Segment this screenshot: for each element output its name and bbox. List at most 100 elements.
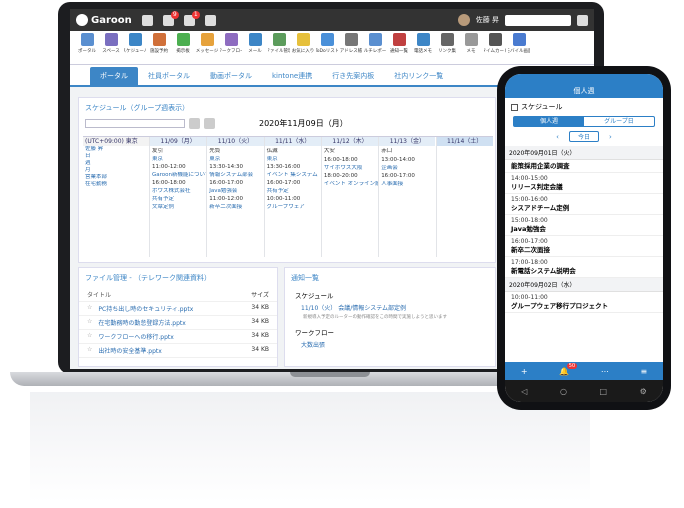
schedule-entry[interactable]: 文章定例 — [150, 204, 206, 211]
chevron-right-icon[interactable]: › — [609, 133, 612, 141]
phone-event[interactable]: 17:00-18:00 新電話システム説明会 — [505, 257, 663, 278]
bell-icon[interactable]: 9 — [162, 10, 179, 26]
phone-event[interactable]: 14:00-15:00 リリース判定会議 — [505, 173, 663, 194]
back-icon[interactable]: ◁ — [521, 387, 527, 396]
chat-icon[interactable]: 1 — [183, 10, 200, 26]
app-item[interactable]: スケジュール — [124, 33, 146, 62]
schedule-entry[interactable]: Java勉強会 — [207, 188, 263, 195]
app-item[interactable]: ファイル管理 — [268, 33, 290, 62]
file-row[interactable]: ☆ 出社時の安全基準.pptx 34 KB — [79, 344, 277, 358]
star-icon[interactable]: ☆ — [87, 318, 92, 327]
phone-event[interactable]: 15:00-18:00 Java勉強会 — [505, 215, 663, 236]
app-item[interactable]: メール — [244, 33, 266, 62]
avatar[interactable] — [457, 14, 470, 26]
app-item[interactable]: 施設予約 — [148, 33, 170, 62]
star-icon[interactable]: ☆ — [87, 304, 92, 313]
member-link[interactable]: 日 — [83, 153, 149, 160]
star-icon[interactable]: ☆ — [87, 346, 92, 355]
day-header[interactable]: 11/14（土） — [436, 137, 493, 146]
seg-personal-week[interactable]: 個人週 — [514, 117, 584, 126]
app-item[interactable]: アドレス帳 — [340, 33, 362, 62]
portal-tab[interactable]: 動画ポータル — [200, 67, 262, 85]
schedule-entry[interactable]: グループウェア — [265, 204, 321, 211]
home-circle-icon[interactable]: ○ — [560, 387, 567, 396]
seg-group-day[interactable]: グループ日 — [584, 117, 654, 126]
file-name[interactable]: 出社時の安全基準.pptx — [98, 346, 161, 355]
settings-icon[interactable]: ⚙ — [640, 387, 647, 396]
file-name[interactable]: PC持ち出し時のセキュリティ.pptx — [98, 304, 193, 313]
schedule-entry[interactable]: イベント 集システム — [265, 172, 321, 179]
chevron-left-icon[interactable]: ‹ — [556, 133, 559, 141]
member-link[interactable]: 月 — [83, 167, 149, 174]
app-item[interactable]: ポータル — [76, 33, 98, 62]
member-link[interactable]: 佐藤 昇 — [83, 146, 149, 153]
schedule-entry[interactable]: イベント オンライン飲み — [322, 181, 378, 188]
portal-tab[interactable]: ポータル — [90, 67, 138, 85]
calendar-view-icon[interactable] — [204, 118, 215, 129]
globe-icon[interactable] — [204, 14, 216, 26]
app-item[interactable]: メモ — [460, 33, 482, 62]
app-item[interactable]: 掲示板 — [172, 33, 194, 62]
schedule-entry[interactable]: 共有予定 — [265, 188, 321, 195]
menu-icon[interactable]: ≡ — [640, 367, 647, 376]
bell-icon[interactable]: 🔔 50 — [559, 362, 578, 376]
app-icon — [128, 33, 142, 46]
phone-event[interactable]: 15:00-16:00 シスアドチーム定例 — [505, 194, 663, 215]
home-icon[interactable] — [141, 14, 153, 26]
member-link[interactable]: 営業本部 — [83, 174, 149, 181]
member-link[interactable]: 在宅勤務 — [83, 181, 149, 188]
portal-tab[interactable]: kintone連携 — [262, 67, 322, 85]
app-item[interactable]: メッセージ — [196, 33, 218, 62]
app-item[interactable]: ToDoリスト — [316, 33, 338, 62]
app-item[interactable]: リンク集 — [436, 33, 458, 62]
recents-icon[interactable]: □ — [599, 387, 607, 396]
schedule-entry[interactable]: 東京 — [150, 156, 206, 163]
day-header[interactable]: 11/11（水） — [264, 137, 321, 146]
schedule-entry[interactable]: 東京 — [207, 156, 263, 163]
more-icon[interactable]: ⋯ — [601, 367, 609, 376]
star-icon[interactable]: ☆ — [87, 332, 92, 341]
search-input[interactable] — [505, 14, 571, 26]
person-icon[interactable] — [189, 118, 200, 129]
app-item[interactable]: スペース — [100, 33, 122, 62]
app-item[interactable]: 通知一覧 — [388, 33, 410, 62]
app-item[interactable]: モバイル画面 — [508, 33, 530, 62]
day-header[interactable]: 11/09（月） — [150, 137, 207, 146]
portal-tab[interactable]: 行き先案内板 — [322, 67, 384, 85]
member-link[interactable]: 週 — [83, 160, 149, 167]
plus-icon[interactable]: + — [521, 367, 528, 376]
schedule-search-input[interactable] — [85, 119, 185, 128]
phone-event[interactable]: 10:00-11:00 グループウェア移行プロジェクト — [505, 292, 663, 313]
gear-icon[interactable] — [577, 14, 588, 26]
schedule-entry[interactable]: 人事面接 — [379, 181, 435, 188]
brand-logo[interactable]: Garoon — [76, 14, 132, 26]
phone-event[interactable]: 16:00-17:00 新卒二次面接 — [505, 236, 663, 257]
user-name[interactable]: 佐藤 昇 — [476, 15, 499, 25]
app-item[interactable]: 電話メモ — [412, 33, 434, 62]
app-item[interactable]: タイムカード — [484, 33, 506, 62]
schedule-entry[interactable]: ポウズ株式会社 — [150, 188, 206, 195]
portal-tab[interactable]: 社員ポータル — [138, 67, 200, 85]
file-name[interactable]: 在宅勤務時の勤怠登録方法.pptx — [98, 318, 185, 327]
day-header[interactable]: 11/10（火） — [207, 137, 264, 146]
today-button[interactable]: 今日 — [568, 131, 599, 142]
file-row[interactable]: ☆ ワークフローへの移行.pptx 34 KB — [79, 330, 277, 344]
schedule-entry[interactable]: サイボウズ大阪 — [322, 165, 378, 172]
file-name[interactable]: ワークフローへの移行.pptx — [98, 332, 173, 341]
schedule-entry[interactable]: Garoon新機能について — [150, 172, 206, 179]
app-item[interactable]: お気に入り — [292, 33, 314, 62]
app-item[interactable]: マルチレポート — [364, 33, 386, 62]
file-row[interactable]: ☆ PC持ち出し時のセキュリティ.pptx 34 KB — [79, 302, 277, 316]
portal-tab[interactable]: 社内リンク一覧 — [384, 67, 453, 85]
schedule-entry[interactable]: 東京 — [265, 156, 321, 163]
schedule-entry[interactable]: 企画会 — [379, 165, 435, 172]
app-item[interactable]: ワークフロー — [220, 33, 242, 62]
schedule-entry[interactable]: 情報システム部会 — [207, 172, 263, 179]
phone-event[interactable]: 能策採用企業の調査 — [505, 160, 663, 173]
notify-schedule-item[interactable]: 11/10（火） 会議/情報システム部定例 — [285, 302, 495, 313]
notify-workflow-item[interactable]: 大数出張 — [285, 339, 495, 350]
schedule-entry[interactable]: 新卒二次面接 — [207, 204, 263, 211]
day-header[interactable]: 11/13（金） — [379, 137, 436, 146]
file-row[interactable]: ☆ 在宅勤務時の勤怠登録方法.pptx 34 KB — [79, 316, 277, 330]
day-header[interactable]: 11/12（木） — [321, 137, 379, 146]
